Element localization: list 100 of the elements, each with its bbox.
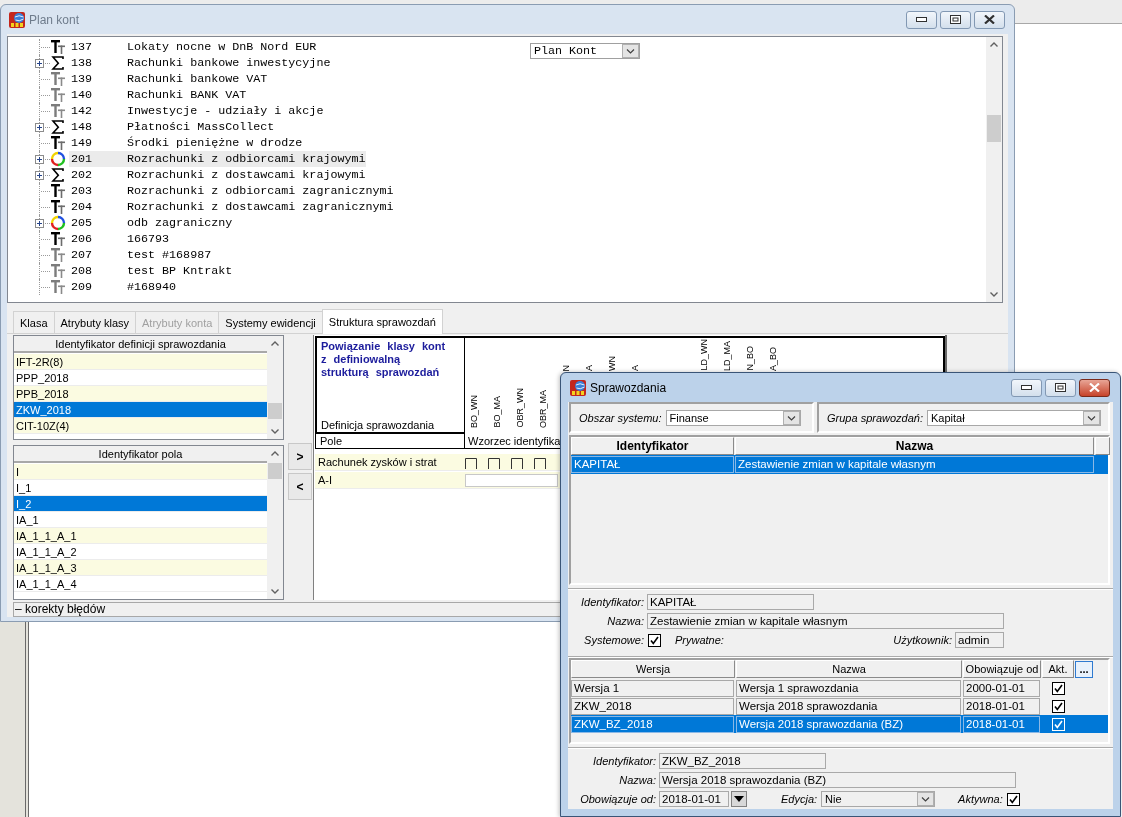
tree-item[interactable]: 139 Rachunki bankowe VAT xyxy=(69,71,269,87)
window-title: Sprawozdania xyxy=(590,380,667,395)
checkbox[interactable] xyxy=(1051,681,1065,695)
table-row[interactable]: KAPITAŁ Zestawienie zmian w kapitale własnym xyxy=(571,455,1108,474)
text-field[interactable]: Wersja 2018 sprawozdania (BZ) xyxy=(659,772,1016,788)
column-header: WN xyxy=(606,356,618,371)
table-cell: Wersja 2018 sprawozdania xyxy=(736,697,961,715)
list-item[interactable]: ZKW_2018 xyxy=(14,402,267,418)
expand-icon[interactable] xyxy=(35,170,44,180)
field-label: Identyfikator: xyxy=(580,596,644,608)
section-header[interactable]: – korekty błędów xyxy=(13,602,560,617)
scrollbar[interactable] xyxy=(986,37,1002,302)
table-cell: Wersja 1 sprawozdania xyxy=(736,679,961,697)
input-field[interactable] xyxy=(465,473,558,487)
text-field[interactable]: 2018-01-01 xyxy=(659,791,729,807)
minimize-icon xyxy=(1021,385,1032,390)
tree-item[interactable]: 201 Rozrachunki z odbiorcami krajowymi xyxy=(69,151,367,167)
dropdown[interactable]: Kapitał xyxy=(927,409,1101,426)
field-label: Edycja: xyxy=(781,793,818,805)
table-cell: Zestawienie zmian w kapitale własnym xyxy=(735,456,1094,473)
checkbox[interactable] xyxy=(1006,792,1020,806)
app-logo-icon xyxy=(9,11,25,28)
plan-dropdown[interactable]: Plan Kont xyxy=(530,43,640,59)
table-row[interactable]: ZKW_2018 Wersja 2018 sprawozdania 2018-01-01 xyxy=(571,697,1108,715)
table-cell: 2018-01-01 xyxy=(963,715,1040,733)
tree-item[interactable]: 148 Płatności MassCollect xyxy=(69,119,276,135)
tree-item[interactable]: 208 test BP Kntrakt xyxy=(69,263,234,279)
expand-icon[interactable] xyxy=(35,58,44,68)
table-cell: Wersja 1 xyxy=(571,679,734,697)
date-dropdown-button[interactable] xyxy=(731,791,747,807)
maximize-icon xyxy=(950,15,961,24)
expand-icon[interactable] xyxy=(35,122,44,132)
checkbox[interactable] xyxy=(648,633,661,647)
close-button[interactable] xyxy=(974,10,1005,29)
tree-item[interactable]: 137 Lokaty nocne w DnB Nord EUR xyxy=(69,39,318,55)
list-item[interactable]: CIT-10Z(4) xyxy=(14,418,267,434)
maximize-button[interactable] xyxy=(940,10,971,29)
chevron-down-icon xyxy=(622,44,639,58)
text-field[interactable]: admin xyxy=(955,632,1004,648)
list-item[interactable]: IFT-2R(8) xyxy=(14,354,267,370)
minimize-icon xyxy=(916,17,927,22)
minimize-button[interactable] xyxy=(906,10,937,29)
minimize-button[interactable] xyxy=(1011,378,1042,397)
table-row[interactable]: ZKW_BZ_2018 Wersja 2018 sprawozdania (BZ) 2018-01-01 xyxy=(571,715,1108,733)
tree-item[interactable]: 142 Inwestycje - udziały i akcje xyxy=(69,103,325,119)
tree-item[interactable]: 138 Rachunki bankowe inwestycyjne xyxy=(69,55,332,71)
table-cell: KAPITAŁ xyxy=(571,456,734,473)
column-header: Identyfikator xyxy=(571,437,734,455)
move-right-button[interactable]: > xyxy=(288,443,312,470)
column-header: Obowiązuje od xyxy=(963,660,1041,678)
list-item[interactable]: I xyxy=(14,464,267,480)
checkbox[interactable] xyxy=(511,457,523,469)
triangle-down-icon xyxy=(734,796,744,802)
maximize-button[interactable] xyxy=(1045,378,1076,397)
tree-item[interactable]: 140 Rachunki BANK VAT xyxy=(69,87,248,103)
tab[interactable]: Struktura sprawozdań xyxy=(321,309,443,334)
scrollbar[interactable] xyxy=(267,336,283,439)
checkbox[interactable] xyxy=(534,457,546,469)
grid-title: Powiązanie klasy kont z definiowalną strukturą sprawozdań xyxy=(321,340,447,379)
expand-icon[interactable] xyxy=(35,218,44,228)
tab[interactable]: Klasa xyxy=(13,311,55,333)
scrollbar[interactable] xyxy=(267,446,283,599)
tree-item[interactable]: 204 Rozrachunki z dostawcami zagranicznymi xyxy=(69,199,395,215)
tree-item[interactable]: 149 Środki pieniężne w drodze xyxy=(69,135,304,151)
tree-item[interactable]: 203 Rozrachunki z odbiorcami zagranicznymi xyxy=(69,183,395,199)
column-header: LD_MA xyxy=(721,341,733,371)
tree-item[interactable]: 206 166793 xyxy=(69,231,171,247)
text-field[interactable]: ZKW_BZ_2018 xyxy=(659,753,826,769)
table-row[interactable]: Wersja 1 Wersja 1 sprawozdania 2000-01-01 xyxy=(571,679,1108,697)
move-left-button[interactable]: < xyxy=(288,473,312,500)
checkbox[interactable] xyxy=(1051,699,1065,713)
list-item[interactable]: I_2 xyxy=(14,496,267,512)
column-header: LD_WN xyxy=(698,339,710,371)
checkbox[interactable] xyxy=(465,457,477,469)
dropdown[interactable]: Finanse xyxy=(665,409,801,426)
column-header: N_BO xyxy=(744,346,756,371)
list-item[interactable]: IA_1_1_A_3 xyxy=(14,560,267,576)
column-header: Nazwa xyxy=(735,437,1094,455)
column-header: OBR_MA xyxy=(537,390,549,428)
expand-icon[interactable] xyxy=(35,154,44,164)
app-logo-icon xyxy=(570,379,586,396)
text-field[interactable]: KAPITAŁ xyxy=(647,594,814,610)
checkbox[interactable] xyxy=(488,457,500,469)
list-item[interactable]: IA_1_1_A_4 xyxy=(14,576,267,592)
table-cell: ZKW_2018 xyxy=(571,697,734,715)
tree-item[interactable]: 209 #168940 xyxy=(69,279,178,295)
column-header: OBR_WN xyxy=(514,388,526,428)
table-cell: ZKW_BZ_2018 xyxy=(571,715,734,733)
close-button[interactable] xyxy=(1079,378,1110,397)
column-header: A xyxy=(629,365,641,371)
row-label: Rachunek zysków i strat xyxy=(317,456,438,468)
list-item[interactable]: PPB_2018 xyxy=(14,386,267,402)
list-item[interactable]: IA_1_1_A_1 xyxy=(14,528,267,544)
text-field[interactable]: Zestawienie zmian w kapitale własnym xyxy=(647,613,1004,629)
field-label: Identyfikator: xyxy=(592,755,656,767)
more-button[interactable]: ... xyxy=(1075,660,1093,678)
field-label: Systemowe: xyxy=(583,634,644,646)
tree-item[interactable]: 207 test #168987 xyxy=(69,247,213,263)
tree-item[interactable]: 205 odb zagraniczny xyxy=(69,215,234,231)
tree-item[interactable]: 202 Rozrachunki z dostawcami krajowymi xyxy=(69,167,367,183)
